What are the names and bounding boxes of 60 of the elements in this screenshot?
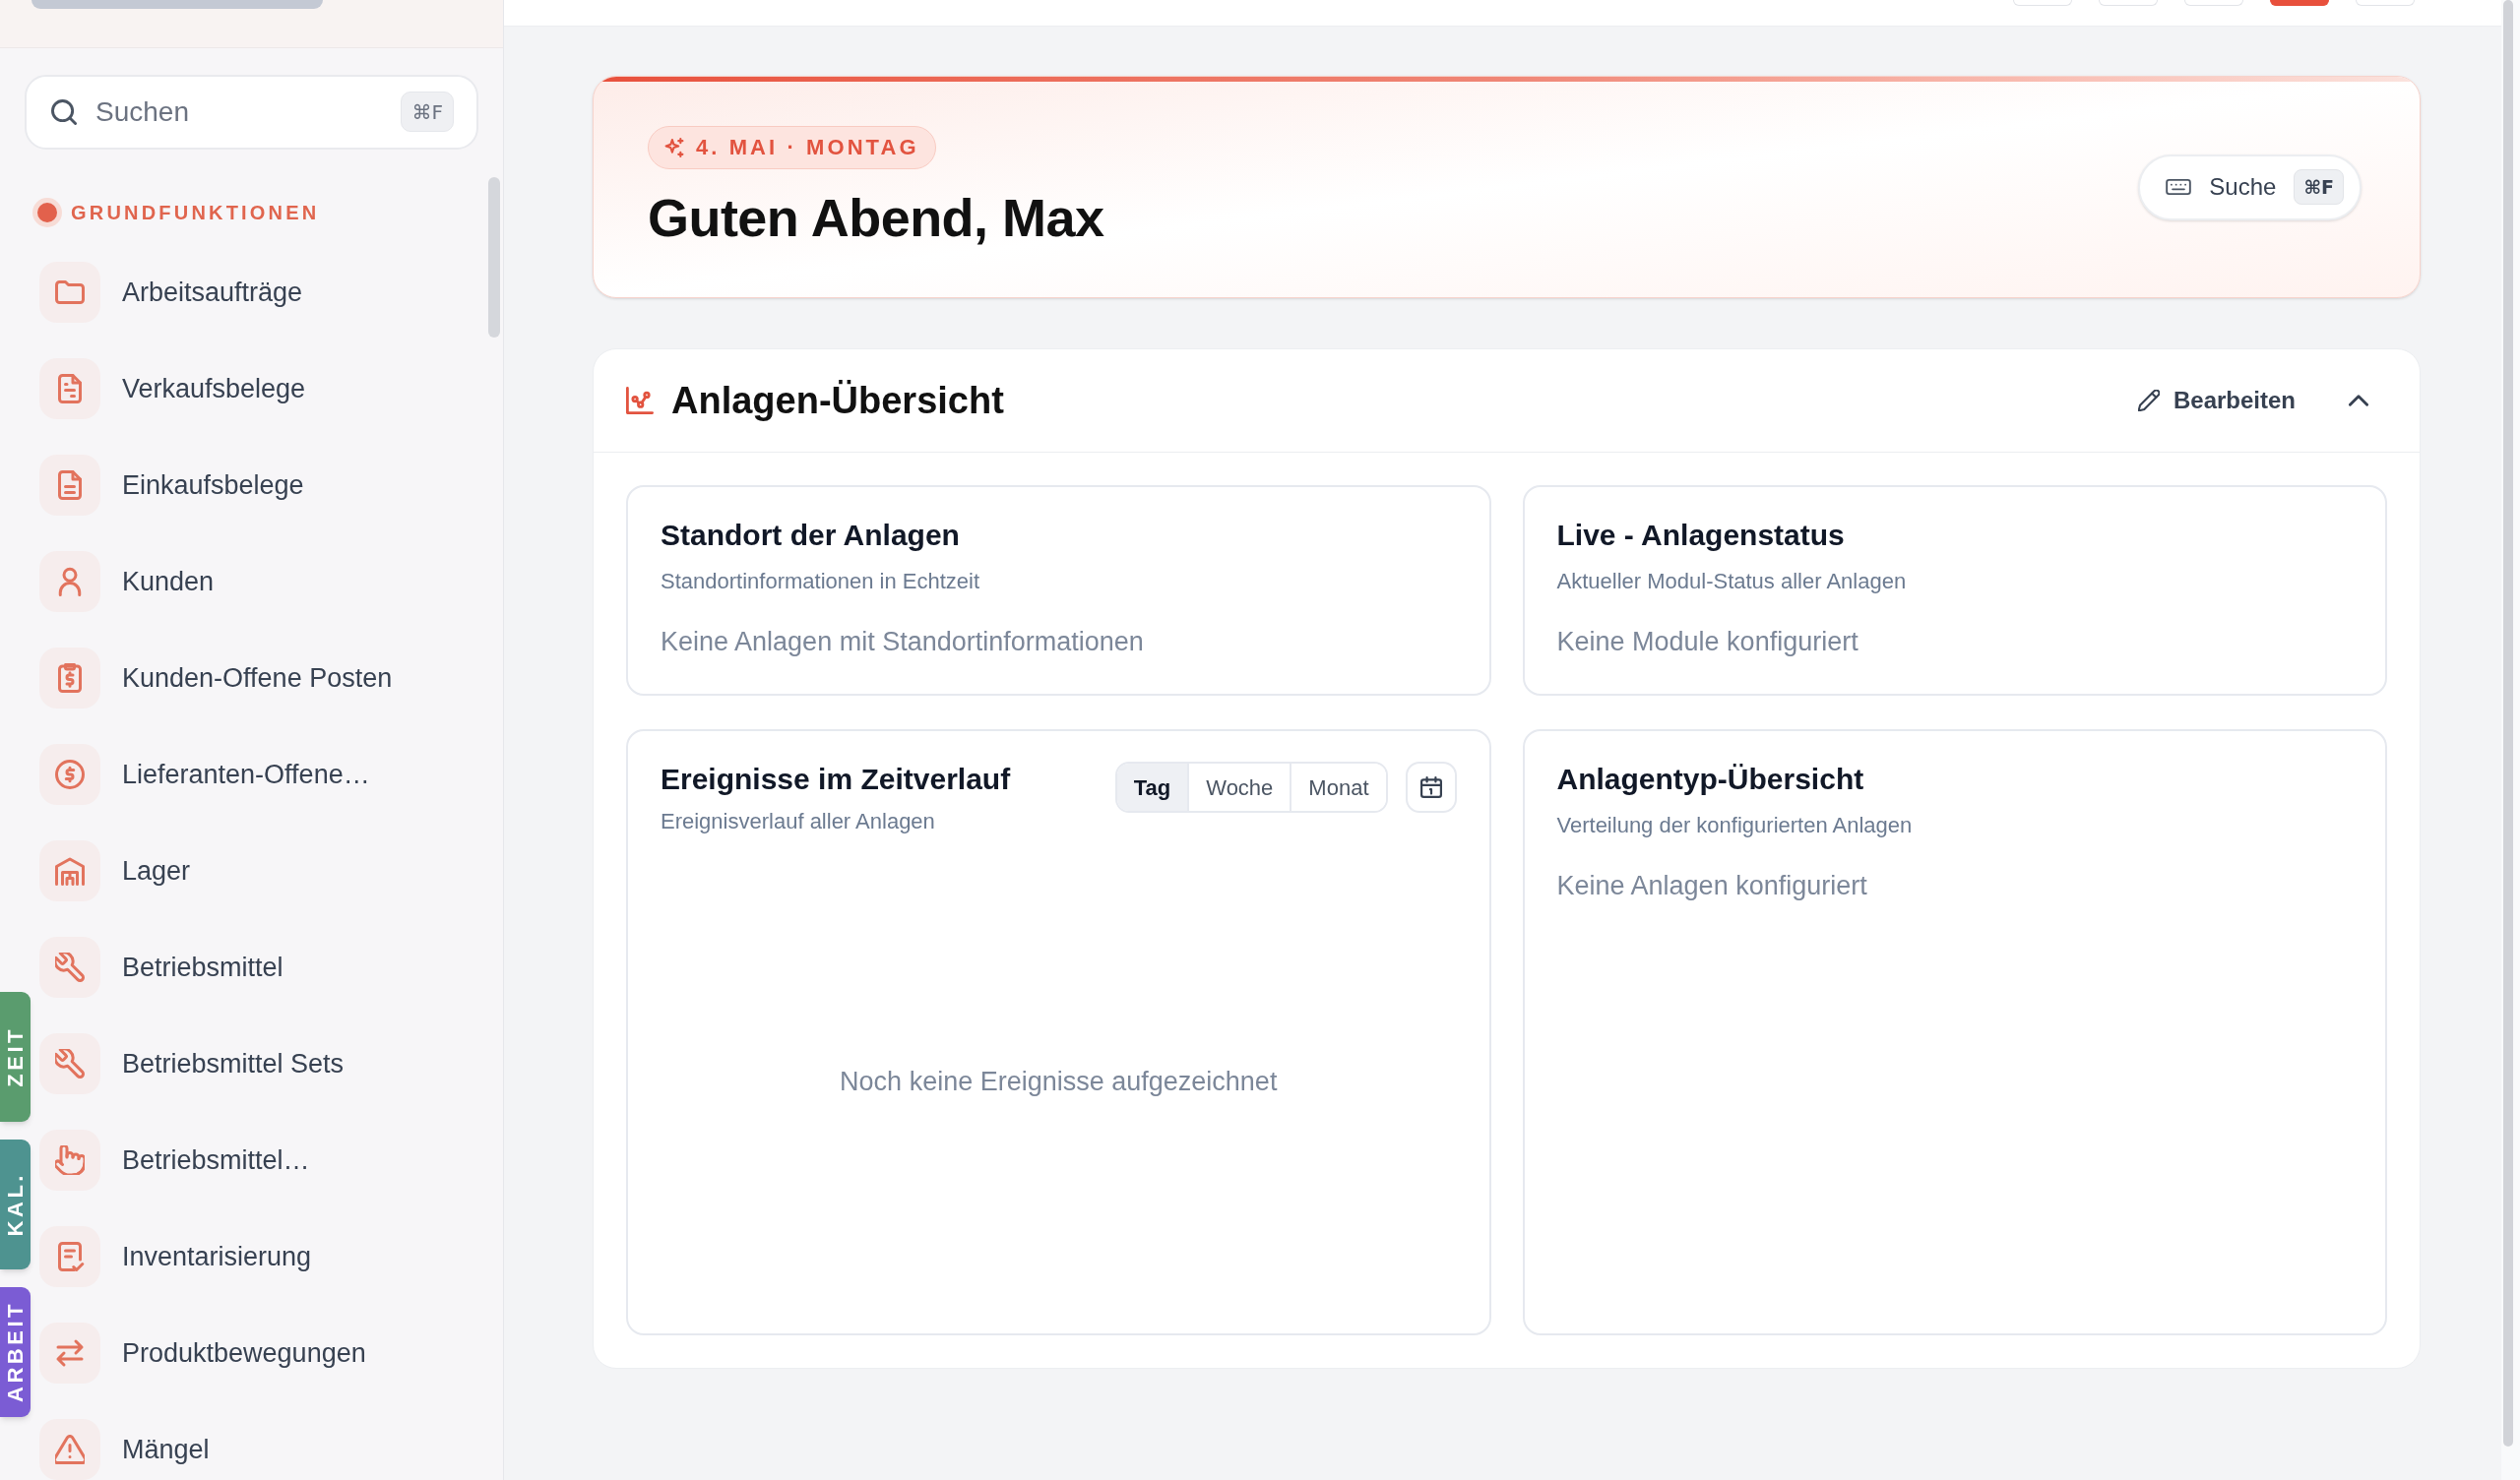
card-title: Live - Anlagenstatus [1556, 518, 1846, 553]
empty-state-text: Noch keine Ereignisse aufgezeichnet [840, 1065, 1278, 1098]
sidebar-item[interactable]: Lieferanten-Offene… [39, 726, 503, 823]
card-subtitle: Ereignisverlauf aller Anlagen [661, 808, 936, 835]
side-tab[interactable]: KAL. [0, 1140, 31, 1269]
search-icon [51, 99, 77, 125]
edit-button[interactable]: Bearbeiten [2129, 377, 2303, 424]
empty-state-text: Keine Anlagen konfiguriert [1556, 869, 1868, 902]
card-subtitle: Standortinformationen in Echtzeit [661, 568, 981, 595]
document-icon [39, 358, 100, 419]
sidebar-item[interactable]: Betriebsmittel [39, 919, 503, 1016]
sidebar-item[interactable]: Betriebsmittel… [39, 1112, 503, 1208]
calendar-icon [1419, 776, 1442, 798]
warehouse-icon [39, 840, 100, 901]
sidebar-item[interactable]: Produktbewegungen [39, 1305, 503, 1401]
range-tab[interactable]: Monat [1290, 764, 1386, 811]
swap-arrows-icon [39, 1323, 100, 1384]
folder-icon [39, 262, 100, 323]
dollar-coin-icon [39, 744, 100, 805]
empty-state-text: Keine Module konfiguriert [1556, 625, 1859, 658]
section-title: Anlagen-Übersicht [671, 378, 1004, 423]
person-icon [39, 551, 100, 612]
keyboard-icon [2166, 177, 2192, 197]
chart-icon [626, 387, 654, 414]
card-title: Ereignisse im Zeitverlauf [661, 762, 1011, 797]
scrollbar[interactable] [488, 177, 500, 338]
pencil-icon [2137, 390, 2160, 411]
empty-state-text: Keine Anlagen mit Standortinformationen [661, 625, 1145, 658]
chevron-up-icon [2349, 395, 2368, 406]
sparkle-icon [664, 137, 684, 157]
sidebar-item[interactable]: Inventarisierung [39, 1208, 503, 1305]
sidebar-item[interactable]: Kunden-Offene Posten [39, 630, 503, 726]
clipboard-dollar-icon [39, 648, 100, 709]
keyboard-shortcut: ⌘F [2294, 169, 2344, 205]
card-title: Anlagentyp-Übersicht [1556, 762, 1865, 797]
sidebar-item[interactable]: Einkaufsbelege [39, 437, 503, 533]
sidebar-item[interactable]: Kunden [39, 533, 503, 630]
section-title: GRUNDFUNKTIONEN [71, 201, 320, 225]
side-tab[interactable]: ARBEIT [0, 1287, 31, 1417]
date-text: 4. MAI · MONTAG [696, 134, 919, 162]
card-subtitle: Verteilung der konfigurierten Anlagen [1556, 812, 1914, 839]
calendar-button[interactable] [1405, 762, 1457, 813]
wrench-icon [39, 1033, 100, 1094]
scrollbar[interactable] [2503, 0, 2513, 1447]
range-tab[interactable]: Tag [1116, 764, 1188, 811]
card-title: Standort der Anlagen [661, 518, 961, 553]
document-icon [39, 455, 100, 516]
sidebar-item[interactable]: Verkaufsbelege [39, 340, 503, 437]
card-subtitle: Aktueller Modul-Status aller Anlagen [1556, 568, 1908, 595]
greeting-title: Guten Abend, Max [648, 186, 1104, 249]
sidebar-item[interactable]: Mängel [39, 1401, 503, 1480]
wrench-icon [39, 937, 100, 998]
keyboard-shortcut: ⌘F [401, 92, 454, 132]
search-button[interactable]: Suche ⌘F [2138, 154, 2362, 220]
toolbar-button[interactable] [2270, 0, 2329, 6]
sidebar-item[interactable]: Arbeitsaufträge [39, 244, 503, 340]
sidebar-item[interactable]: Betriebsmittel Sets [39, 1016, 503, 1112]
hand-icon [39, 1130, 100, 1191]
checklist-icon [39, 1226, 100, 1287]
sidebar-item[interactable]: Lager [39, 823, 503, 919]
